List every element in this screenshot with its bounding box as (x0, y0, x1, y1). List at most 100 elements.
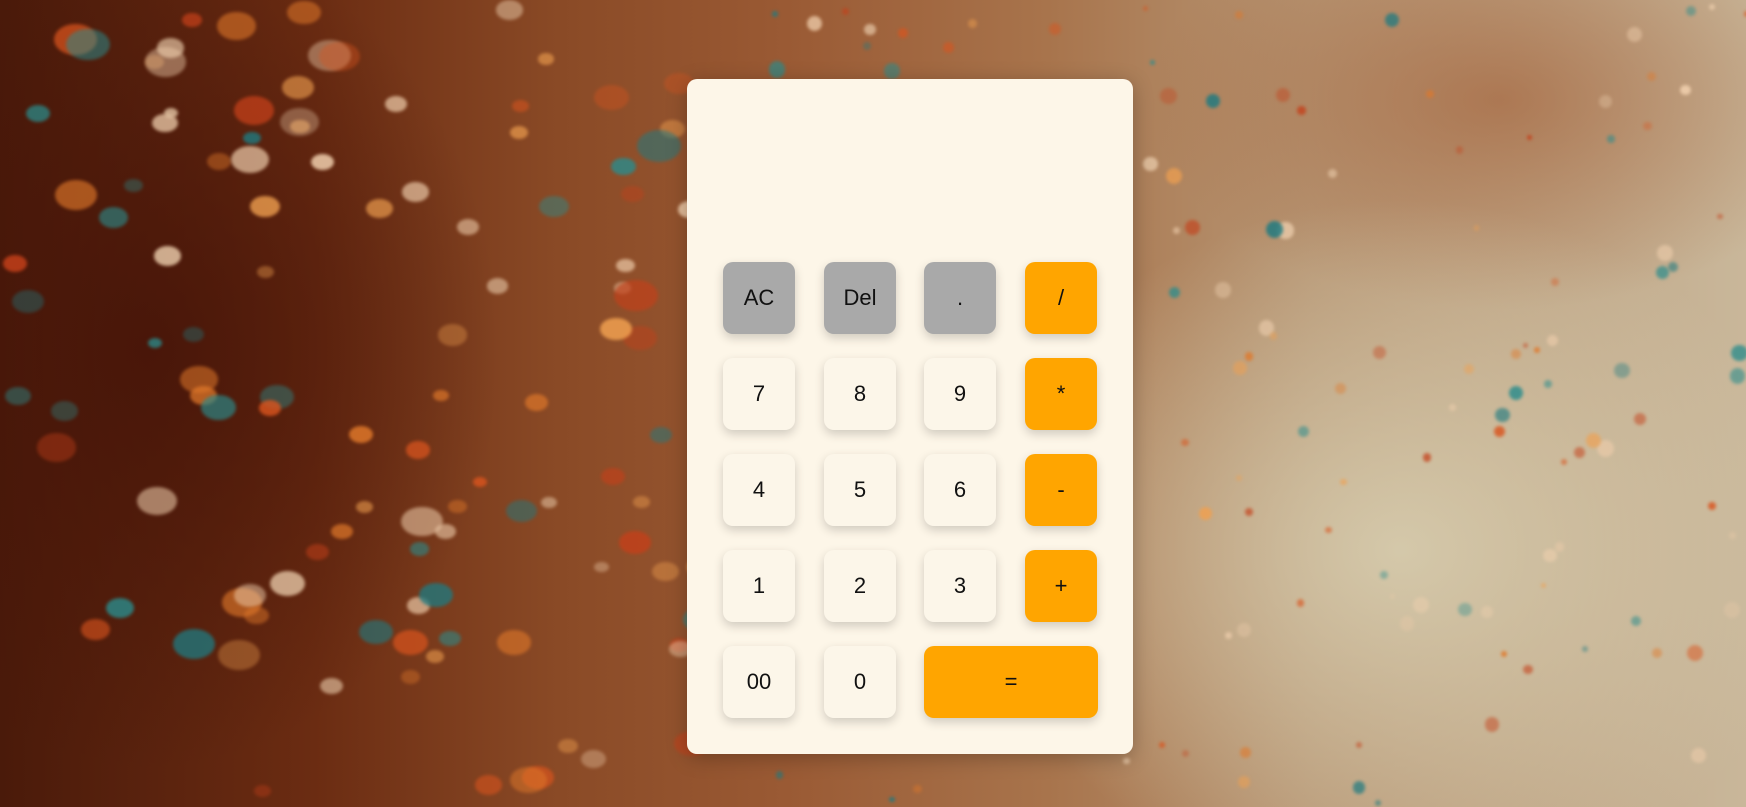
bokeh-dot (1523, 664, 1533, 675)
bokeh-dot (806, 15, 822, 32)
bokeh-dot (81, 618, 111, 640)
delete-button[interactable]: Del (824, 262, 896, 334)
bokeh-dot (619, 531, 652, 554)
bokeh-dot (25, 104, 50, 123)
bokeh-dot (1236, 475, 1243, 481)
bokeh-dot (1561, 458, 1568, 465)
subtract-button[interactable]: - (1025, 454, 1097, 526)
bokeh-dot (1690, 747, 1707, 764)
bokeh-dot (1399, 616, 1415, 631)
bokeh-dot (1511, 349, 1521, 359)
bokeh-dot (1412, 596, 1429, 613)
bokeh-dot (358, 619, 394, 645)
bokeh-dot (406, 441, 431, 459)
digit-3-button[interactable]: 3 (924, 550, 996, 622)
bokeh-dot (365, 198, 393, 218)
bokeh-dot (509, 125, 528, 139)
digit-4-button[interactable]: 4 (723, 454, 795, 526)
bokeh-dot (1297, 106, 1306, 115)
bokeh-dot (1245, 508, 1254, 516)
digit-0-button[interactable]: 0 (824, 646, 896, 718)
bokeh-dot (505, 499, 537, 522)
bokeh-dot (1686, 6, 1697, 17)
bokeh-dot (434, 524, 456, 540)
bokeh-dot (1384, 12, 1400, 28)
double-zero-button[interactable]: 00 (723, 646, 795, 718)
bokeh-dot (201, 395, 236, 420)
bokeh-dot (1199, 507, 1213, 521)
bokeh-dot (250, 196, 280, 218)
bokeh-dot (432, 389, 449, 402)
bokeh-dot (1374, 799, 1382, 807)
digit-1-button[interactable]: 1 (723, 550, 795, 622)
add-button[interactable]: + (1025, 550, 1097, 622)
bokeh-dot (183, 326, 204, 342)
bokeh-dot (1215, 282, 1231, 299)
digit-8-button[interactable]: 8 (824, 358, 896, 430)
bokeh-dot (1185, 220, 1200, 235)
decimal-button[interactable]: . (924, 262, 996, 334)
bokeh-dot (511, 99, 530, 113)
bokeh-dot (1142, 6, 1148, 12)
bokeh-dot (1484, 717, 1500, 732)
bokeh-dot (172, 628, 216, 660)
bokeh-dot (256, 265, 275, 279)
bokeh-dot (1646, 72, 1656, 82)
bokeh-dot (1626, 27, 1642, 43)
bokeh-dot (1582, 646, 1589, 653)
bokeh-dot (1449, 403, 1457, 411)
bokeh-dot (1325, 526, 1332, 534)
multiply-button[interactable]: * (1025, 358, 1097, 430)
bokeh-dot (164, 107, 179, 119)
digit-6-button[interactable]: 6 (924, 454, 996, 526)
bokeh-dot (1048, 22, 1062, 35)
bokeh-dot (207, 153, 231, 171)
bokeh-dot (217, 12, 256, 40)
bokeh-dot (1234, 10, 1243, 19)
bokeh-dot (593, 84, 629, 110)
bokeh-dot (1355, 742, 1362, 748)
bokeh-dot (36, 433, 77, 462)
bokeh-dot (474, 775, 503, 795)
bokeh-dot (1680, 84, 1692, 96)
bokeh-dot (599, 317, 632, 341)
all-clear-button[interactable]: AC (723, 262, 795, 334)
bokeh-dot (355, 500, 374, 514)
bokeh-dot (1667, 262, 1678, 273)
bokeh-dot (1729, 531, 1737, 539)
bokeh-dot (147, 337, 162, 348)
bokeh-dot (1708, 502, 1717, 511)
digit-5-button[interactable]: 5 (824, 454, 896, 526)
bokeh-dot (230, 145, 269, 174)
bokeh-dot (425, 649, 444, 663)
bokeh-dot (1630, 615, 1641, 626)
digit-7-button[interactable]: 7 (723, 358, 795, 430)
bokeh-dot (1643, 121, 1652, 131)
bokeh-dot (651, 561, 679, 582)
divide-button[interactable]: / (1025, 262, 1097, 334)
bokeh-dot (558, 739, 579, 754)
bokeh-dot (243, 606, 269, 625)
bokeh-dot (1269, 332, 1278, 340)
bokeh-dot (419, 583, 453, 607)
bokeh-dot (437, 324, 468, 346)
digit-2-button[interactable]: 2 (824, 550, 896, 622)
bokeh-dot (1422, 453, 1432, 462)
bokeh-dot (410, 542, 430, 556)
equals-button[interactable]: = (924, 646, 1098, 718)
calculator-panel: AC Del . / 7 8 9 * 4 5 6 - 1 2 3 + 00 0 … (687, 79, 1133, 754)
bokeh-dot (50, 401, 79, 421)
bokeh-dot (775, 771, 783, 779)
bokeh-dot (1481, 606, 1494, 618)
bokeh-dot (384, 95, 407, 112)
bokeh-dot (254, 784, 271, 797)
digit-9-button[interactable]: 9 (924, 358, 996, 430)
bokeh-dot (495, 0, 524, 20)
bokeh-dot (1353, 781, 1366, 794)
bokeh-dot (1150, 60, 1156, 66)
bokeh-dot (1159, 87, 1177, 105)
bokeh-dot (1463, 363, 1475, 374)
bokeh-dot (487, 278, 509, 294)
bokeh-dot (1534, 346, 1541, 353)
bokeh-dot (540, 496, 557, 509)
